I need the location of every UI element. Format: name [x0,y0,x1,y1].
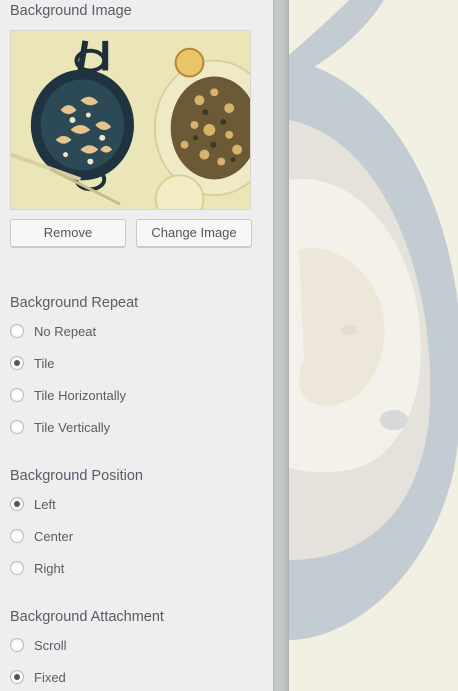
radio-position-right[interactable]: Right [10,558,64,578]
radio-label: Scroll [34,637,67,653]
radio-button-checked[interactable] [10,497,24,511]
radio-label: Center [34,528,74,544]
radio-button-checked[interactable] [10,670,24,684]
background-preview-image [289,0,458,691]
radio-label: Tile [34,355,55,371]
radio-position-center[interactable]: Center [10,526,73,546]
background-image-thumbnail[interactable] [10,30,251,210]
radio-attachment-scroll[interactable]: Scroll [10,635,67,655]
background-repeat-title: Background Repeat [10,295,139,311]
radio-no-repeat[interactable]: No Repeat [10,321,96,341]
change-image-button[interactable]: Change Image [136,219,252,247]
radio-label: Fixed [34,669,66,685]
customizer-panel: Background Image Remove Change Image Bac… [0,0,273,691]
radio-label: Left [34,496,56,512]
background-image-title: Background Image [10,3,132,19]
radio-position-left[interactable]: Left [10,494,56,514]
radio-button[interactable] [10,561,24,575]
radio-label: No Repeat [34,323,97,339]
radio-label: Right [34,560,65,576]
radio-button[interactable] [10,388,24,402]
radio-tile[interactable]: Tile [10,353,54,373]
site-preview [289,0,458,691]
radio-button[interactable] [10,638,24,652]
radio-tile-vertically[interactable]: Tile Vertically [10,417,110,437]
radio-button[interactable] [10,420,24,434]
background-attachment-title: Background Attachment [10,609,164,625]
radio-button[interactable] [10,529,24,543]
remove-image-button[interactable]: Remove [10,219,126,247]
radio-button-checked[interactable] [10,356,24,370]
radio-label: Tile Horizontally [34,387,126,403]
food-photo-image [11,31,250,209]
radio-label: Tile Vertically [34,419,111,435]
background-position-title: Background Position [10,468,143,484]
panel-resize-divider[interactable] [273,0,289,691]
radio-button[interactable] [10,324,24,338]
radio-attachment-fixed[interactable]: Fixed [10,667,66,687]
radio-tile-horizontally[interactable]: Tile Horizontally [10,385,126,405]
